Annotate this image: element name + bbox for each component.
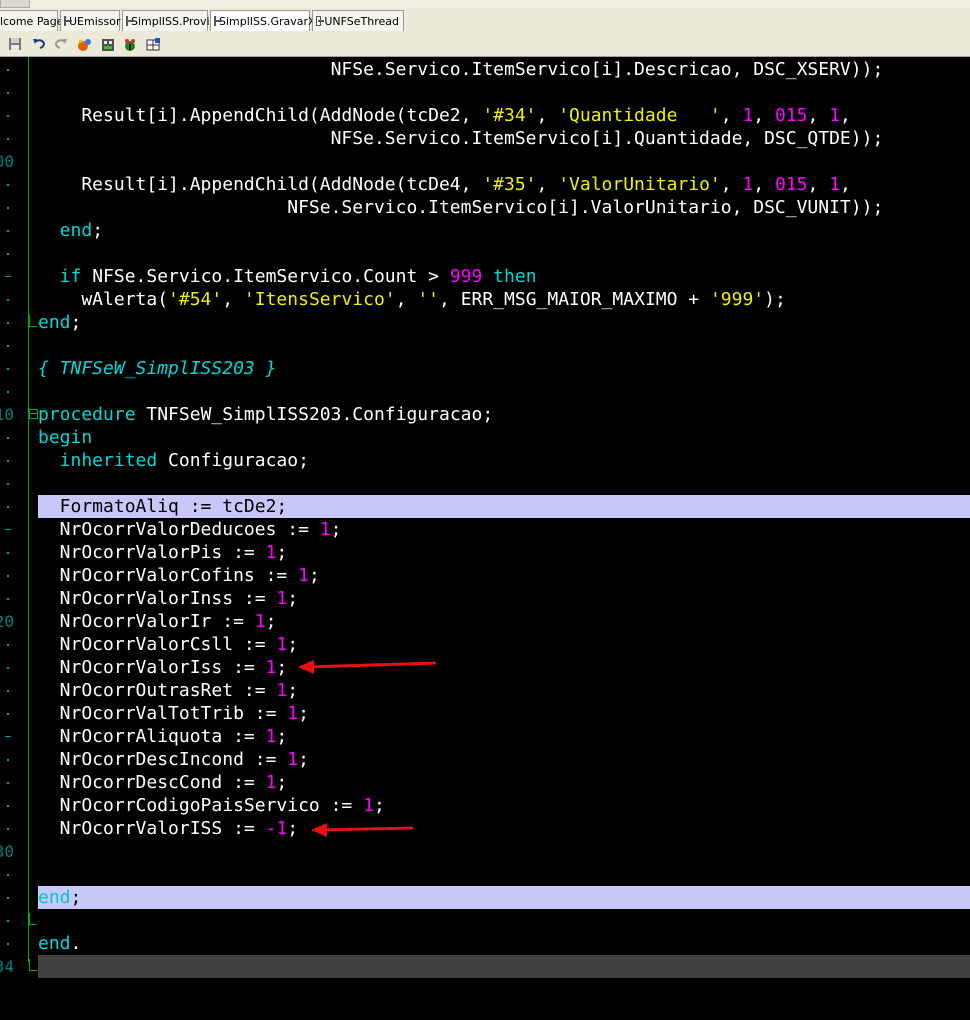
red-annotation-arrow [311,823,414,837]
tab-lcome-page[interactable]: lcome Page [0,10,63,31]
code-editor[interactable]: ····00····-·····10····-···20····-····30·… [0,57,970,1020]
build-icon[interactable] [100,37,116,53]
tab-simpliss-gravarxml[interactable]: SimplISS.GravarXml [210,10,329,31]
unit-file-icon [316,16,325,26]
tab-simpliss-provider[interactable]: SimplISS.Provider [122,10,228,31]
debug-icon[interactable] [122,37,138,53]
tab-label: lcome Page [0,14,64,28]
redo-icon[interactable] [54,37,68,53]
editor-toolbar [0,34,970,57]
tab-row: lcome Page UEmissor SimplISS.Provider Simpl… [0,10,406,32]
grid-icon[interactable] [145,37,161,53]
undo-icon[interactable] [32,37,46,53]
unit-file-icon [126,16,134,26]
save-icon[interactable] [8,37,22,53]
unit-file-icon [214,16,222,26]
tab-bar-top-strip [0,0,970,8]
run-icon[interactable] [77,37,93,53]
tab-unfsethread[interactable]: UNFSeThread [312,10,404,31]
tab-uemissor[interactable]: UEmissor [60,10,121,31]
tab-label: UNFSeThread [324,14,399,28]
tab-label: UEmissor [69,14,121,28]
unit-file-icon [64,16,72,26]
editor-tab-bar: lcome Page UEmissor SimplISS.Provider Simpl… [0,0,970,34]
tab-bar-grip[interactable] [0,0,30,8]
